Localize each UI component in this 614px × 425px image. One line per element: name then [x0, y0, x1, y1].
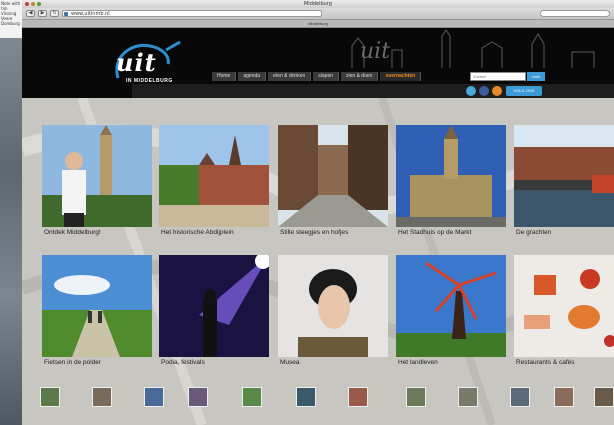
thumbnail[interactable]	[144, 387, 164, 407]
tile-caption: Stille steegjes en hofjes	[280, 229, 349, 236]
tile-caption: Het historische Abdijplein	[161, 229, 234, 236]
tile-photo	[514, 255, 614, 357]
thumbnail[interactable]	[594, 387, 614, 407]
window-titlebar: Middelburg	[22, 0, 614, 8]
thumbnail[interactable]	[296, 387, 316, 407]
nav-item-home[interactable]: Home	[212, 72, 237, 81]
tile-caption: Restaurants & cafés	[516, 359, 575, 366]
address-bar[interactable]: www.uitinmb.nl	[62, 10, 322, 17]
nav-item-overnachten[interactable]: overnachten	[380, 72, 422, 81]
tile-caption: Het Stadhuis op de Markt	[398, 229, 472, 236]
thumbnail[interactable]	[510, 387, 530, 407]
thumbnail-strip	[40, 387, 614, 409]
tile-caption: Het landleven	[398, 359, 438, 366]
desktop-note-window: Note with tim Vlissing Veere Domburg	[0, 0, 24, 38]
site-search-button[interactable]: zoek	[527, 72, 545, 81]
thumbnail[interactable]	[242, 387, 262, 407]
minimize-window-button[interactable]	[31, 2, 35, 6]
tile-podia-festivals[interactable]: Podia, festivals	[159, 255, 269, 369]
tile-abdijplein[interactable]: Het historische Abdijplein	[159, 125, 269, 239]
thumbnail[interactable]	[554, 387, 574, 407]
tile-musea[interactable]: Musea	[278, 255, 388, 369]
thumbnail[interactable]	[458, 387, 478, 407]
thumbnail[interactable]	[406, 387, 426, 407]
tile-caption: Musea	[280, 359, 300, 366]
thumbnail[interactable]	[40, 387, 60, 407]
nav-item-slapen[interactable]: slapen	[313, 72, 340, 81]
tile-photo	[514, 125, 614, 227]
browser-toolbar: ◀ ▶ ↻ www.uitinmb.nl	[22, 8, 614, 20]
facebook-icon[interactable]	[479, 86, 489, 96]
tile-ontdek-middelburg[interactable]: Ontdek Middelburg!	[42, 125, 152, 239]
thumbnail[interactable]	[348, 387, 368, 407]
tile-landleven[interactable]: Het landleven	[396, 255, 506, 369]
window-controls[interactable]	[25, 2, 41, 6]
tile-photo	[159, 255, 269, 357]
zoom-window-button[interactable]	[37, 2, 41, 6]
main-navigation: Home agenda eten & drinken slapen zien &…	[212, 72, 422, 81]
follow-us-button[interactable]: VOLG ONS	[506, 86, 542, 96]
rss-icon[interactable]	[492, 86, 502, 96]
favicon-icon	[64, 12, 68, 16]
close-window-button[interactable]	[25, 2, 29, 6]
nav-item-agenda[interactable]: agenda	[238, 72, 267, 81]
tile-restaurants-cafes[interactable]: Restaurants & cafés	[514, 255, 614, 369]
tile-photo	[278, 125, 388, 227]
tile-steegjes-hofjes[interactable]: Stille steegjes en hofjes	[278, 125, 388, 239]
nav-item-eten-drinken[interactable]: eten & drinken	[268, 72, 312, 81]
skyline-illustration: uit	[351, 29, 595, 68]
tile-photo	[159, 125, 269, 227]
svg-text:uit: uit	[360, 39, 390, 64]
tile-photo	[42, 125, 152, 227]
tile-caption: Podia, festivals	[161, 359, 205, 366]
browser-search-field[interactable]	[540, 10, 610, 17]
tile-grachten[interactable]: De grachten	[514, 125, 614, 239]
tile-stadhuis[interactable]: Het Stadhuis op de Markt	[396, 125, 506, 239]
thumbnail[interactable]	[188, 387, 208, 407]
twitter-icon[interactable]	[466, 86, 476, 96]
reload-button[interactable]: ↻	[50, 10, 59, 17]
nav-item-zien-doen[interactable]: zien & doen	[341, 72, 379, 81]
tile-photo	[396, 125, 506, 227]
tile-photo	[42, 255, 152, 357]
window-title: Middelburg	[303, 1, 332, 7]
site-header: uit uit IN MIDDELBURG Home agenda eten &…	[22, 28, 614, 98]
address-bar-url: www.uitinmb.nl	[71, 11, 110, 17]
site-search-input[interactable]: Zoeken	[470, 72, 526, 81]
tile-photo	[278, 255, 388, 357]
desktop-background	[0, 0, 24, 425]
forward-button[interactable]: ▶	[38, 10, 47, 17]
browser-window: Middelburg ◀ ▶ ↻ www.uitinmb.nl Middelbu…	[22, 0, 614, 425]
desktop-note-text: Note with tim Vlissing Veere Domburg	[1, 1, 21, 26]
tile-fietsen-polder[interactable]: Fietsen in de polder	[42, 255, 152, 369]
tile-photo	[396, 255, 506, 357]
logo-text: uit	[116, 48, 157, 77]
tab-strip: Middelburg	[22, 20, 614, 28]
tile-caption: De grachten	[516, 229, 552, 236]
tile-caption: Ontdek Middelburg!	[44, 229, 101, 236]
back-button[interactable]: ◀	[26, 10, 35, 17]
thumbnail[interactable]	[92, 387, 112, 407]
tab-current[interactable]: Middelburg	[308, 21, 328, 26]
web-page: uit uit IN MIDDELBURG Home agenda eten &…	[22, 28, 614, 425]
tile-caption: Fietsen in de polder	[44, 359, 102, 366]
